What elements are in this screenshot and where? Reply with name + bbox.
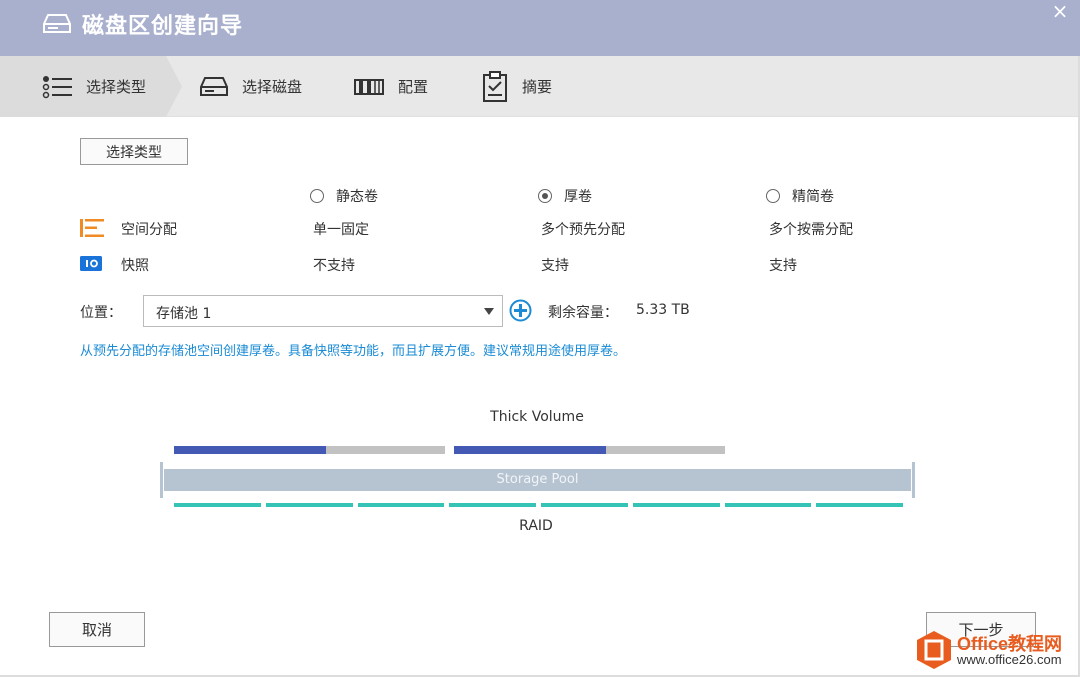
storage-pool-label: Storage Pool bbox=[496, 472, 579, 487]
volume-block-2 bbox=[454, 446, 725, 454]
feature-value: 单一固定 bbox=[313, 222, 369, 238]
step-config[interactable]: 配置 bbox=[354, 56, 428, 117]
raid-segment bbox=[357, 503, 445, 507]
clipboard-icon bbox=[483, 70, 507, 102]
radio-static-volume[interactable]: 静态卷 bbox=[310, 186, 378, 206]
volume-block-1-used bbox=[174, 446, 326, 454]
select-type-tab-button[interactable]: 选择类型 bbox=[80, 138, 188, 165]
step-summary[interactable]: 摘要 bbox=[482, 56, 552, 117]
allocation-icon bbox=[80, 219, 104, 237]
raid-segment bbox=[449, 503, 536, 507]
add-pool-icon[interactable] bbox=[509, 299, 532, 322]
snapshot-icon bbox=[80, 256, 102, 271]
window-title: 磁盘区创建向导 bbox=[82, 14, 244, 39]
close-icon[interactable]: × bbox=[1049, 0, 1071, 22]
feature-value: 支持 bbox=[541, 258, 569, 274]
raid-segment bbox=[632, 503, 720, 507]
office-logo-icon bbox=[917, 631, 951, 669]
chevron-down-icon[interactable] bbox=[484, 308, 494, 315]
list-icon bbox=[42, 75, 72, 98]
step-label: 选择类型 bbox=[86, 78, 147, 96]
remaining-capacity-value: 5.33 TB bbox=[636, 302, 690, 318]
thick-volume-label: Thick Volume bbox=[490, 409, 584, 425]
storage-pool-bar: Storage Pool bbox=[160, 462, 915, 498]
step-select-disk[interactable]: 选择磁盘 bbox=[200, 56, 302, 117]
feature-label-snapshot: 快照 bbox=[121, 258, 149, 274]
storage-pool-select[interactable]: 存储池 1 bbox=[143, 295, 503, 327]
step-select-type[interactable]: 选择类型 bbox=[42, 56, 146, 117]
raid-segment bbox=[174, 503, 261, 507]
remaining-capacity-label: 剩余容量： bbox=[548, 305, 618, 321]
feature-value: 不支持 bbox=[313, 258, 355, 274]
raid-segment bbox=[816, 503, 903, 507]
location-label: 位置： bbox=[80, 305, 122, 321]
radio-label: 静态卷 bbox=[336, 189, 378, 205]
radio-thick-volume[interactable]: 厚卷 bbox=[538, 186, 592, 206]
radio-label: 厚卷 bbox=[564, 189, 592, 205]
step-label: 配置 bbox=[398, 78, 429, 96]
config-icon bbox=[354, 78, 384, 95]
raid-segment bbox=[265, 503, 353, 507]
raid-label: RAID bbox=[519, 518, 553, 534]
volume-block-1 bbox=[174, 446, 445, 454]
radio-thin-volume[interactable]: 精简卷 bbox=[766, 186, 834, 206]
feature-value: 多个预先分配 bbox=[541, 222, 625, 238]
wizard-steps: 选择类型 选择磁盘 配置 摘要 bbox=[0, 56, 1080, 117]
step-label: 选择磁盘 bbox=[242, 78, 303, 96]
storage-pool-value: 存储池 1 bbox=[156, 306, 212, 322]
watermark-url: www.office26.com bbox=[957, 652, 1062, 667]
raid-segment bbox=[724, 503, 812, 507]
office26-watermark: Office教程网 www.office26.com bbox=[915, 628, 1080, 674]
title-bar: 磁盘区创建向导 × bbox=[0, 0, 1080, 56]
radio-circle[interactable] bbox=[310, 189, 324, 203]
feature-value: 多个按需分配 bbox=[769, 222, 853, 238]
cancel-button[interactable]: 取消 bbox=[49, 612, 145, 647]
volume-block-2-used bbox=[454, 446, 606, 454]
volume-description: 从预先分配的存储池空间创建厚卷。具备快照等功能，而且扩展方便。建议常规用途使用厚… bbox=[80, 344, 627, 359]
step-label: 摘要 bbox=[522, 78, 553, 96]
disk-icon bbox=[200, 76, 228, 96]
radio-circle[interactable] bbox=[766, 189, 780, 203]
radio-circle[interactable] bbox=[538, 189, 552, 203]
feature-label-allocation: 空间分配 bbox=[121, 222, 177, 238]
radio-label: 精简卷 bbox=[792, 189, 834, 205]
disk-volume-icon bbox=[43, 14, 71, 33]
feature-value: 支持 bbox=[769, 258, 797, 274]
raid-segment bbox=[541, 503, 628, 507]
